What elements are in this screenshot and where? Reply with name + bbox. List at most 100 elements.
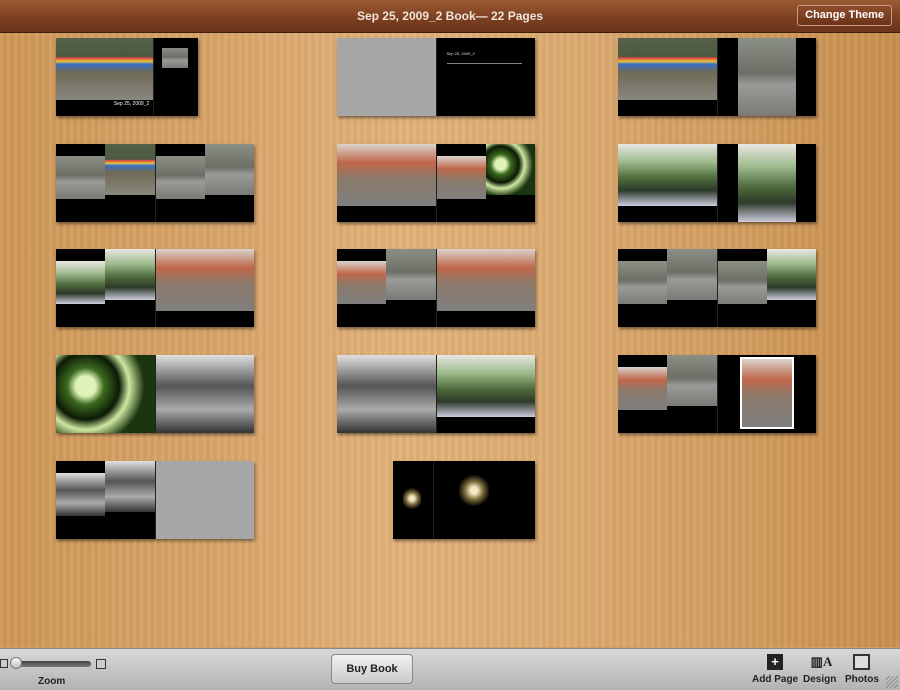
book-page[interactable] xyxy=(433,461,535,539)
photo-thumbnail xyxy=(337,260,387,304)
title-bar: Sep 25, 2009_2 Book— 22 Pages Change The… xyxy=(0,0,900,33)
book-spread[interactable] xyxy=(618,355,816,433)
book-page[interactable] xyxy=(393,461,434,539)
book-canvas xyxy=(0,33,900,647)
photo-thumbnail xyxy=(204,144,254,195)
photos-icon xyxy=(853,654,871,670)
photo-thumbnail xyxy=(105,249,155,300)
photo-thumbnail xyxy=(766,249,816,300)
book-page[interactable] xyxy=(337,38,436,116)
photo-thumbnail xyxy=(155,355,254,433)
photo-thumbnail xyxy=(618,38,717,101)
zoom-slider-knob[interactable] xyxy=(10,657,22,669)
photo-thumbnail xyxy=(155,249,254,312)
book-spread[interactable]: Sep 25, 2009_2 xyxy=(337,38,535,116)
large-photo-icon xyxy=(96,659,106,669)
book-spread[interactable] xyxy=(337,355,535,433)
book-page[interactable] xyxy=(716,38,816,116)
photo-thumbnail xyxy=(56,38,154,101)
book-spread[interactable] xyxy=(618,249,816,327)
photo-thumbnail xyxy=(155,155,205,199)
photo-thumbnail xyxy=(618,144,717,207)
photo-thumbnail xyxy=(56,355,155,433)
photo-thumbnail xyxy=(162,48,189,68)
book-page[interactable] xyxy=(337,355,436,433)
book-page[interactable] xyxy=(618,144,717,222)
book-page[interactable] xyxy=(154,355,254,433)
book-page[interactable] xyxy=(154,461,254,539)
book-page[interactable] xyxy=(154,144,254,222)
design-label: Design xyxy=(803,674,837,685)
book-spread[interactable] xyxy=(337,144,535,222)
book-page[interactable] xyxy=(716,355,816,433)
photos-label: Photos xyxy=(845,674,879,685)
book-spread[interactable] xyxy=(56,355,254,433)
photo-thumbnail xyxy=(56,472,106,516)
book-page[interactable] xyxy=(618,355,717,433)
book-page[interactable] xyxy=(435,249,535,327)
book-page[interactable] xyxy=(154,249,254,327)
book-page[interactable] xyxy=(337,249,436,327)
book-page[interactable] xyxy=(716,144,816,222)
photo-thumbnail xyxy=(436,249,535,312)
photo-thumbnail xyxy=(459,473,490,508)
book-spread[interactable] xyxy=(618,38,816,116)
book-spread[interactable] xyxy=(56,461,254,539)
add-page-icon: + xyxy=(767,654,784,670)
photo-thumbnail xyxy=(667,355,717,406)
book-page[interactable] xyxy=(56,249,155,327)
photo-thumbnail xyxy=(337,144,436,207)
photos-button[interactable]: Photos xyxy=(845,654,879,685)
book-page[interactable] xyxy=(56,461,155,539)
resize-grip[interactable] xyxy=(886,676,898,688)
book-page[interactable] xyxy=(435,144,535,222)
page-title-text: Sep 25, 2009_2 xyxy=(446,51,475,56)
photo-thumbnail xyxy=(485,144,535,195)
book-page[interactable]: Sep 25, 2009_2 xyxy=(435,38,535,116)
add-page-label: Add Page xyxy=(752,674,799,685)
book-spread[interactable] xyxy=(337,249,535,327)
zoom-slider[interactable] xyxy=(13,661,91,667)
book-page[interactable]: Sep 25, 2009_2 xyxy=(56,38,154,116)
book-page[interactable] xyxy=(435,355,535,433)
small-photo-icon xyxy=(0,659,8,668)
book-title: Sep 25, 2009_2 Book— 22 Pages xyxy=(356,9,544,23)
book-page[interactable] xyxy=(56,355,155,433)
photo-thumbnail xyxy=(618,366,668,410)
book-page[interactable] xyxy=(337,144,436,222)
photo-thumbnail xyxy=(667,249,717,300)
photo-thumbnail xyxy=(739,357,794,429)
book-spread[interactable] xyxy=(618,144,816,222)
design-icon: ▥A xyxy=(810,654,833,669)
photo-thumbnail xyxy=(436,355,535,418)
photo-thumbnail xyxy=(56,155,106,199)
photo-thumbnail xyxy=(446,63,522,64)
photo-thumbnail xyxy=(796,144,816,222)
photo-thumbnail xyxy=(337,355,436,433)
change-theme-button[interactable]: Change Theme xyxy=(797,5,892,26)
photo-thumbnail xyxy=(737,38,798,116)
book-page[interactable] xyxy=(153,38,198,116)
book-spread[interactable] xyxy=(393,461,535,539)
buy-book-button[interactable]: Buy Book xyxy=(331,654,413,684)
book-page[interactable] xyxy=(56,144,155,222)
book-spread[interactable]: Sep 25, 2009_2 xyxy=(56,38,198,116)
book-page[interactable] xyxy=(716,249,816,327)
design-button[interactable]: ▥A Design xyxy=(803,654,836,685)
book-spread[interactable] xyxy=(56,249,254,327)
photo-thumbnail xyxy=(737,144,798,222)
photo-thumbnail xyxy=(436,155,486,199)
cover-title: Sep 25, 2009_2 xyxy=(113,101,150,107)
photo-thumbnail xyxy=(386,249,436,300)
bottom-toolbar: Zoom Buy Book + Add Page ▥A Design Photo… xyxy=(0,648,900,690)
photo-thumbnail xyxy=(717,260,767,304)
book-page[interactable] xyxy=(618,249,717,327)
zoom-label: Zoom xyxy=(38,676,66,687)
photo-thumbnail xyxy=(105,144,155,195)
photo-thumbnail xyxy=(403,486,421,511)
add-page-button[interactable]: + Add Page xyxy=(752,654,798,685)
book-page[interactable] xyxy=(618,38,717,116)
photo-thumbnail xyxy=(105,461,155,512)
photo-thumbnail xyxy=(56,260,106,304)
book-spread[interactable] xyxy=(56,144,254,222)
